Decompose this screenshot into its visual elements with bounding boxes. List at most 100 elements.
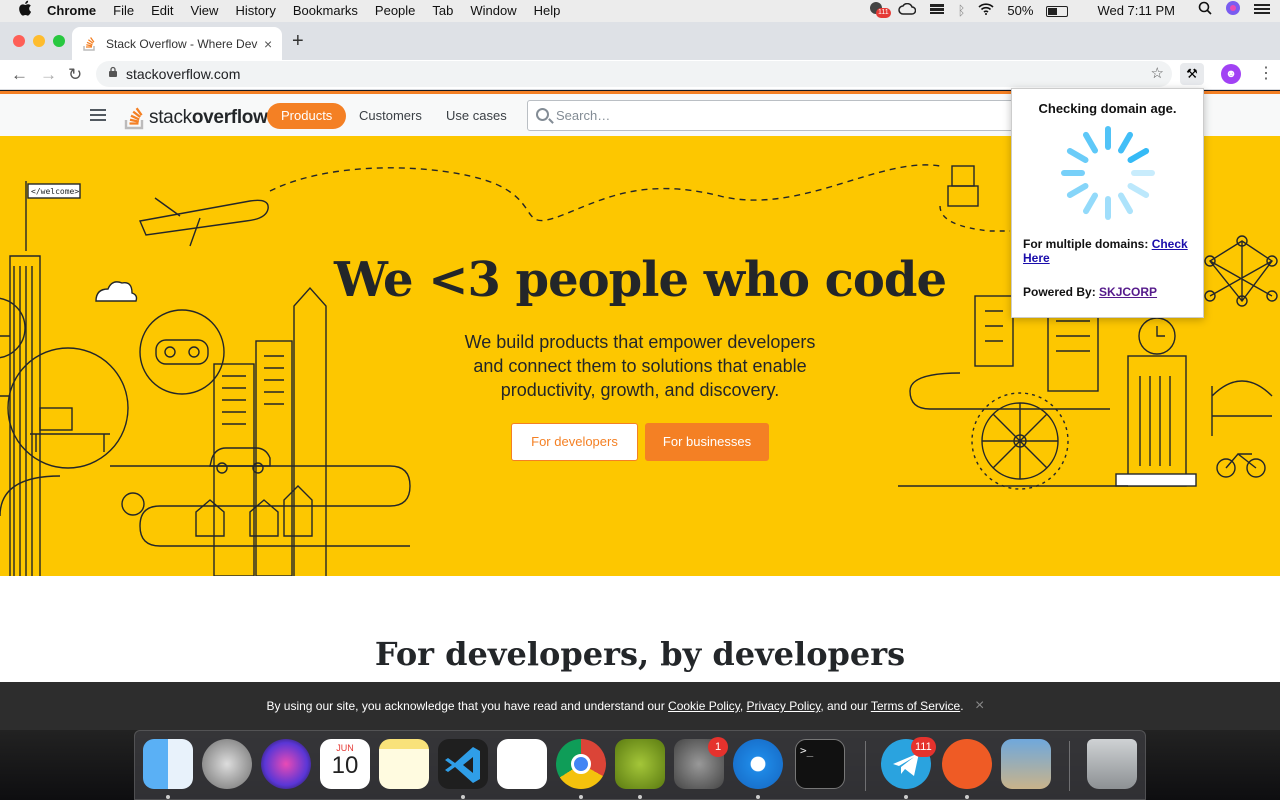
telegram-icon[interactable]: 111 xyxy=(881,737,936,789)
dock-separator xyxy=(865,741,866,791)
stackoverflow-logo[interactable]: stackoverflow xyxy=(124,102,268,130)
powered-by-text: Powered By: SKJCORP xyxy=(1023,285,1157,299)
tab-title: Stack Overflow - Where Developers Learn,… xyxy=(106,36,258,51)
reminders-icon[interactable] xyxy=(497,739,547,789)
stack-status-icon[interactable] xyxy=(929,0,945,22)
control-center-icon[interactable] xyxy=(1254,0,1270,22)
bluetooth-icon[interactable]: ᛒ xyxy=(958,0,966,22)
battery-percent: 50% xyxy=(1007,3,1034,18)
notification-status-icon[interactable]: 111 xyxy=(869,0,891,22)
chrome-menu-icon[interactable]: ⋮ xyxy=(1258,63,1274,85)
search-input[interactable]: Search… xyxy=(527,100,1027,131)
notes-icon[interactable] xyxy=(379,739,429,789)
stackoverflow-favicon xyxy=(82,36,98,52)
browser-tab[interactable]: Stack Overflow - Where Developers Learn,… xyxy=(72,27,282,60)
cookie-text-part: By using our site, you acknowledge that … xyxy=(266,699,665,713)
menu-app-name[interactable]: Chrome xyxy=(47,0,96,22)
multiple-domains-text: For multiple domains: Check Here xyxy=(1023,237,1199,265)
search-placeholder: Search… xyxy=(556,108,611,123)
calendar-icon[interactable]: JUN 10 xyxy=(320,739,370,789)
nav-customers[interactable]: Customers xyxy=(359,103,422,129)
nav-use-cases[interactable]: Use cases xyxy=(446,103,507,129)
dock: JUN 10 1 >_ 111 xyxy=(134,730,1146,800)
launchpad-icon[interactable] xyxy=(202,739,252,789)
window-minimize-button[interactable] xyxy=(33,35,45,47)
cookie-close-icon[interactable]: × xyxy=(975,682,984,730)
cookie-text-part: , and our xyxy=(820,699,868,713)
running-indicator xyxy=(461,795,465,799)
menu-bookmarks[interactable]: Bookmarks xyxy=(293,0,358,22)
clock[interactable]: Wed 7:11 PM xyxy=(1097,0,1175,22)
running-indicator xyxy=(579,795,583,799)
hamburger-menu-icon[interactable] xyxy=(90,109,106,121)
android-studio-icon[interactable] xyxy=(615,739,665,789)
status-area: 111 ᛒ 50% Wed 7:11 PM xyxy=(869,0,1270,22)
siri-icon[interactable] xyxy=(1225,0,1241,23)
menu-file[interactable]: File xyxy=(113,0,134,22)
privacy-policy-link[interactable]: Privacy Policy xyxy=(747,699,821,713)
domain-age-extension-icon[interactable]: ⚒ xyxy=(1180,63,1204,85)
skjcorp-link[interactable]: SKJCORP xyxy=(1099,285,1157,299)
for-developers-button[interactable]: For developers xyxy=(511,423,638,461)
menu-tab[interactable]: Tab xyxy=(432,0,453,22)
menu-people[interactable]: People xyxy=(375,0,415,22)
finder-icon[interactable] xyxy=(143,739,193,789)
back-button[interactable]: ← xyxy=(11,65,28,85)
tab-close-icon[interactable]: × xyxy=(264,36,272,52)
spinner-segment xyxy=(1083,131,1098,154)
profile-avatar[interactable]: ☻ xyxy=(1221,64,1241,84)
vscode-icon[interactable] xyxy=(438,739,488,789)
logo-wordmark: stackoverflow xyxy=(149,107,268,128)
system-preferences-badge: 1 xyxy=(708,737,728,757)
nav-products[interactable]: Products xyxy=(267,103,347,129)
notification-status-badge: 111 xyxy=(875,8,891,18)
safari-icon[interactable] xyxy=(733,739,783,789)
dock-separator xyxy=(1069,741,1070,791)
postman-icon[interactable] xyxy=(942,739,992,789)
stackoverflow-logo-icon xyxy=(124,104,146,130)
menu-history[interactable]: History xyxy=(235,0,275,22)
url-text: stackoverflow.com xyxy=(126,66,241,82)
spinner-segment xyxy=(1066,183,1089,198)
hero-description: We build products that empower developer… xyxy=(464,332,816,400)
popup-heading: Checking domain age. xyxy=(1038,101,1177,116)
tab-strip: Stack Overflow - Where Developers Learn,… xyxy=(0,22,1280,60)
spotlight-icon[interactable] xyxy=(1198,0,1212,22)
wifi-icon[interactable] xyxy=(978,0,994,22)
system-preferences-icon[interactable]: 1 xyxy=(674,737,728,789)
menu-view[interactable]: View xyxy=(190,0,218,22)
menu-help[interactable]: Help xyxy=(534,0,561,22)
for-businesses-button[interactable]: For businesses xyxy=(645,423,769,461)
cookie-policy-link[interactable]: Cookie Policy xyxy=(668,699,740,713)
running-indicator xyxy=(756,795,760,799)
bookmark-star-icon[interactable]: ☆ xyxy=(1151,61,1164,87)
new-tab-button[interactable]: + xyxy=(292,30,304,52)
terms-of-service-link[interactable]: Terms of Service xyxy=(871,699,960,713)
terminal-icon[interactable]: >_ xyxy=(795,739,845,789)
cookie-banner: By using our site, you acknowledge that … xyxy=(0,682,1280,730)
window-zoom-button[interactable] xyxy=(53,35,65,47)
menu-window[interactable]: Window xyxy=(470,0,516,22)
creative-cloud-icon[interactable] xyxy=(897,0,916,22)
reload-button[interactable]: ↻ xyxy=(68,65,82,85)
lock-icon[interactable] xyxy=(108,61,118,87)
browser-toolbar: ← → ↻ stackoverflow.com ☆ ⚒ ☻ ⋮ xyxy=(0,60,1280,90)
apple-menu-icon[interactable] xyxy=(17,0,33,23)
cookie-banner-text: By using our site, you acknowledge that … xyxy=(0,682,1230,730)
telegram-badge: 111 xyxy=(911,737,936,757)
chrome-icon[interactable] xyxy=(556,739,606,789)
spinner-segment xyxy=(1127,148,1150,163)
address-bar[interactable]: stackoverflow.com ☆ xyxy=(96,61,1172,87)
search-icon xyxy=(536,108,549,121)
preview-icon[interactable] xyxy=(1001,739,1051,789)
siri-dock-icon[interactable] xyxy=(261,739,311,789)
window-close-button[interactable] xyxy=(13,35,25,47)
menu-edit[interactable]: Edit xyxy=(151,0,173,22)
battery-icon[interactable] xyxy=(1046,5,1069,17)
section-title: For developers, by developers xyxy=(374,635,906,673)
spinner-segment xyxy=(1127,183,1150,198)
menu-bar: Chrome File Edit View History Bookmarks … xyxy=(0,0,1280,22)
trash-icon[interactable] xyxy=(1087,739,1137,789)
running-indicator xyxy=(965,795,969,799)
forward-button[interactable]: → xyxy=(40,65,57,85)
